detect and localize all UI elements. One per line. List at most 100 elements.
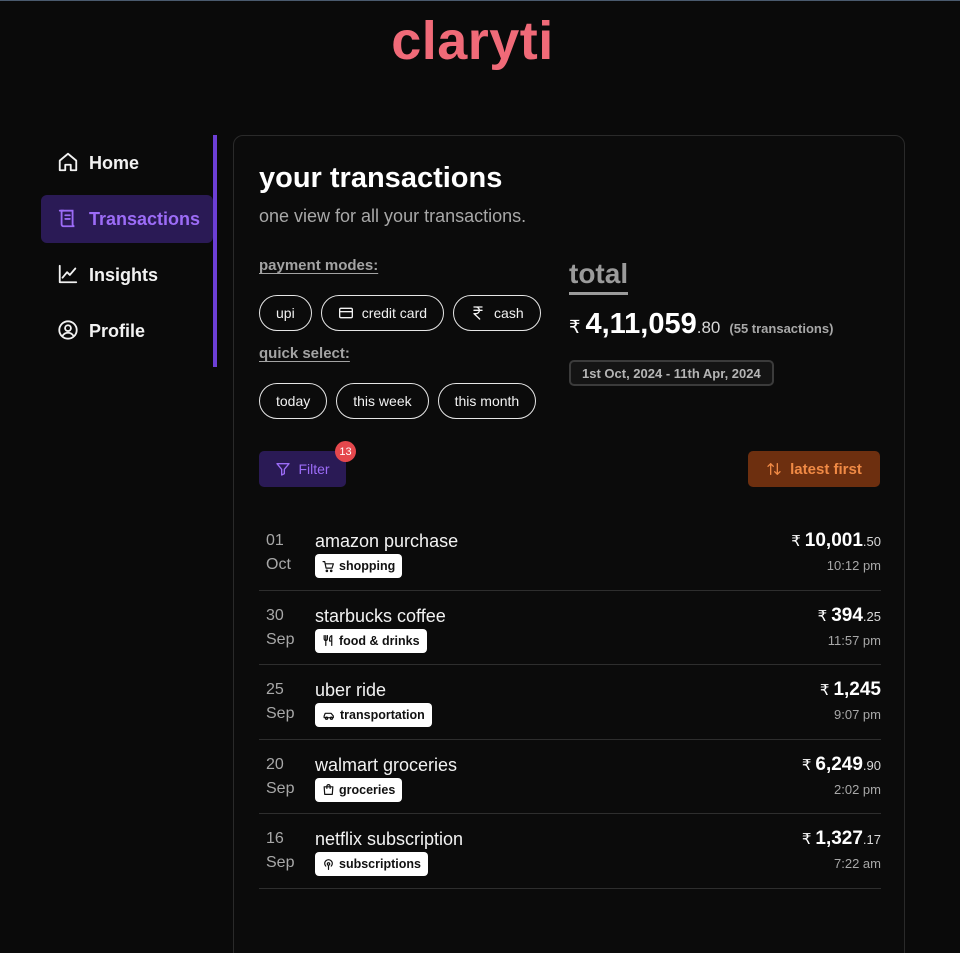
chip-upi[interactable]: upi	[259, 295, 312, 331]
category-badge[interactable]: groceries	[315, 777, 403, 802]
transaction-time: 10:12 pm	[826, 558, 881, 573]
transaction-list: 01 Oct amazon purchase shopping ₹ 10,001…	[259, 516, 881, 889]
amount-decimal: .90	[862, 757, 881, 773]
transaction-name: starbucks coffee	[315, 605, 446, 626]
transaction-day: 20	[266, 755, 284, 773]
chip-this-month[interactable]: this month	[437, 383, 537, 419]
transaction-row[interactable]: 25 Sep uber ride transportation ₹ 1,245 …	[259, 665, 881, 740]
transaction-day: 01	[266, 532, 284, 549]
transaction-amount: ₹ 6,249 .90	[802, 754, 881, 776]
quick-select-label: quick select:	[259, 345, 350, 362]
chip-today[interactable]: today	[259, 383, 328, 419]
filter-count-badge: 13	[335, 441, 356, 462]
currency-symbol: ₹	[791, 533, 801, 550]
total-amount-main: 4,11,059	[585, 308, 697, 340]
transaction-month: Sep	[266, 705, 295, 722]
sidebar-item-profile[interactable]: Profile	[41, 307, 213, 355]
chip-label: cash	[494, 305, 524, 321]
transaction-time: 11:57 pm	[827, 632, 881, 648]
payment-modes-label: payment modes:	[259, 257, 379, 274]
currency-symbol: ₹	[817, 607, 828, 625]
date-range-badge[interactable]: 1st Oct, 2024 - 11th Apr, 2024	[569, 360, 774, 386]
sidebar-item-transactions[interactable]: Transactions	[41, 195, 213, 243]
transaction-day: 30	[266, 606, 284, 624]
sort-arrows-icon	[766, 461, 782, 477]
category-badge[interactable]: food & drinks	[315, 628, 427, 653]
sidebar-item-label: Insights	[89, 264, 159, 285]
transaction-time: 7:22 am	[834, 856, 881, 871]
amount-main: 1,245	[833, 679, 881, 700]
transaction-month: Oct	[266, 556, 291, 573]
total-amount: ₹ 4,11,059 .80 (55 transactions)	[569, 308, 833, 341]
transaction-name: netflix subscription	[315, 829, 464, 849]
quick-select-chips: today this week this month	[259, 383, 537, 419]
line-chart-icon	[57, 263, 81, 287]
transaction-date: 01 Oct	[266, 529, 291, 577]
utensils-icon	[322, 634, 335, 647]
transaction-month: Sep	[266, 630, 295, 648]
transaction-amount: ₹ 10,001 .50	[791, 530, 881, 552]
transaction-row[interactable]: 30 Sep starbucks coffee food & drinks ₹ …	[259, 591, 881, 665]
transaction-date: 20 Sep	[266, 753, 294, 801]
transaction-day: 16	[266, 830, 284, 847]
category-badge[interactable]: transportation	[315, 703, 432, 727]
amount-decimal: .25	[862, 608, 881, 624]
sidebar-item-label: Profile	[89, 320, 146, 341]
transaction-count: (55 transactions)	[729, 321, 834, 336]
transaction-amount: ₹ 1,327 .17	[802, 828, 881, 850]
transaction-date: 25 Sep	[266, 678, 294, 726]
amount-main: 394	[831, 604, 863, 626]
currency-symbol: ₹	[819, 682, 830, 699]
filter-button[interactable]: Filter	[259, 451, 346, 487]
sidebar-item-insights[interactable]: Insights	[41, 251, 213, 299]
amount-main: 6,249	[815, 753, 863, 775]
chip-label: upi	[276, 305, 295, 321]
home-icon	[57, 151, 81, 175]
credit-card-icon	[338, 305, 354, 321]
transaction-name: amazon purchase	[315, 531, 459, 551]
category-badge[interactable]: shopping	[315, 554, 403, 578]
cart-icon	[322, 560, 335, 573]
currency-symbol: ₹	[569, 317, 581, 337]
category-label: food & drinks	[339, 633, 420, 648]
page-title: your transactions	[259, 162, 503, 194]
transaction-time: 2:02 pm	[834, 781, 881, 797]
sidebar-item-home[interactable]: Home	[41, 139, 213, 187]
transaction-row[interactable]: 01 Oct amazon purchase shopping ₹ 10,001…	[259, 516, 881, 591]
rupee-icon	[470, 305, 486, 321]
transaction-month: Sep	[266, 779, 295, 797]
receipt-icon	[57, 207, 81, 231]
chip-label: credit card	[361, 305, 428, 321]
total-amount-decimal: .80	[696, 318, 721, 337]
transaction-row[interactable]: 20 Sep walmart groceries groceries ₹ 6,2…	[259, 740, 881, 814]
filter-icon	[275, 461, 291, 477]
category-label: groceries	[339, 782, 396, 797]
category-label: shopping	[339, 559, 396, 573]
filter-label: Filter	[298, 461, 330, 477]
transaction-month: Sep	[266, 854, 295, 871]
category-label: subscriptions	[339, 857, 421, 871]
amount-main: 10,001	[804, 530, 863, 551]
chip-cash[interactable]: cash	[453, 295, 541, 331]
car-icon	[322, 709, 336, 722]
chip-credit-card[interactable]: credit card	[320, 295, 445, 331]
chip-this-week[interactable]: this week	[336, 383, 429, 419]
category-label: transportation	[340, 708, 425, 722]
transaction-date: 16 Sep	[266, 827, 294, 875]
transaction-name: walmart groceries	[315, 754, 458, 775]
total-label: total	[569, 256, 629, 295]
transaction-day: 25	[266, 681, 284, 698]
currency-symbol: ₹	[801, 831, 812, 848]
sort-label: latest first	[790, 460, 862, 478]
transaction-row[interactable]: 16 Sep netflix subscription subscription…	[259, 814, 881, 889]
sort-button[interactable]: latest first	[748, 451, 880, 487]
transactions-panel: your transactions one view for all your …	[233, 135, 905, 953]
currency-symbol: ₹	[801, 756, 812, 774]
podcast-icon	[322, 858, 335, 871]
transaction-name: uber ride	[315, 680, 387, 700]
page-subtitle: one view for all your transactions.	[259, 206, 527, 226]
sidebar: Home Transactions Insights Profile	[41, 139, 217, 363]
brand-logo[interactable]: claryti	[0, 10, 945, 72]
category-badge[interactable]: subscriptions	[315, 852, 428, 876]
shopping-bag-icon	[322, 783, 335, 796]
